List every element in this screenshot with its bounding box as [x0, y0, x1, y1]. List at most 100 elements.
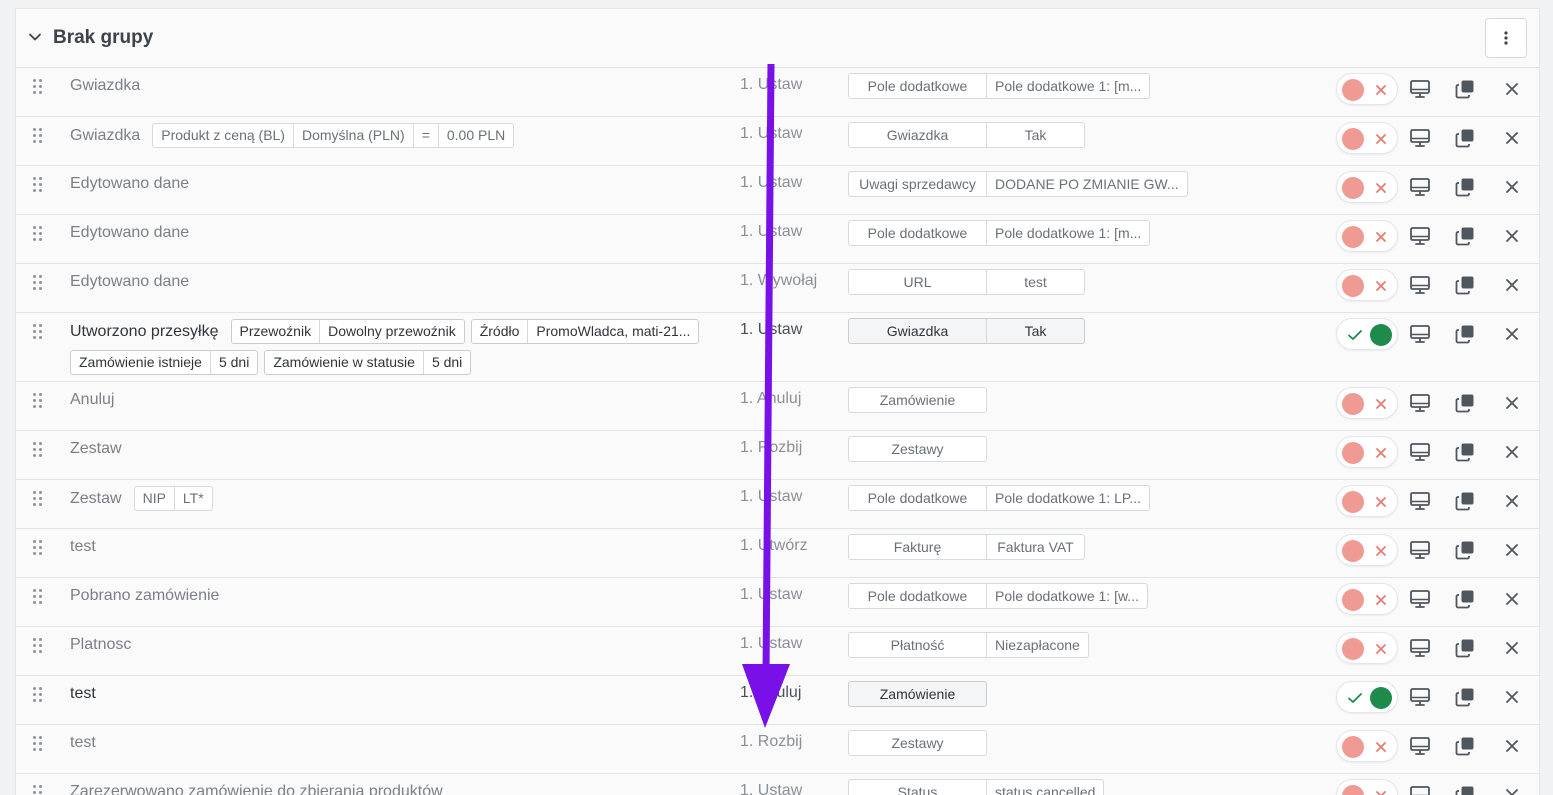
monitor-icon[interactable] [1409, 784, 1431, 795]
rule-row[interactable]: Zarezerwowano zamówienie do zbierania pr… [16, 774, 1539, 795]
drag-handle-icon[interactable] [33, 128, 45, 146]
drag-handle-icon[interactable] [33, 275, 45, 293]
copy-icon[interactable] [1454, 637, 1476, 659]
rule-row[interactable]: test 1. Utwórz Fakturę Faktura VAT [16, 529, 1539, 578]
enabled-toggle-off[interactable] [1336, 534, 1398, 566]
delete-icon[interactable] [1499, 635, 1525, 661]
group-header[interactable]: Brak grupy [16, 9, 1539, 68]
copy-icon[interactable] [1454, 323, 1476, 345]
delete-icon[interactable] [1499, 223, 1525, 249]
rule-row[interactable]: Utworzono przesyłkę Przewoźnik Dowolny prz… [16, 313, 1539, 382]
copy-icon[interactable] [1454, 274, 1476, 296]
drag-handle-icon[interactable] [33, 177, 45, 195]
drag-handle-icon[interactable] [33, 540, 45, 558]
enabled-toggle-off[interactable] [1336, 220, 1398, 252]
delete-icon[interactable] [1499, 390, 1525, 416]
monitor-icon[interactable] [1409, 490, 1431, 512]
rule-row[interactable]: Edytowano dane 1. Wywołaj URL test [16, 264, 1539, 313]
rule-name[interactable]: test [70, 731, 96, 755]
monitor-icon[interactable] [1409, 539, 1431, 561]
copy-icon[interactable] [1454, 392, 1476, 414]
delete-icon[interactable] [1499, 321, 1525, 347]
delete-icon[interactable] [1499, 439, 1525, 465]
copy-icon[interactable] [1454, 441, 1476, 463]
drag-handle-icon[interactable] [33, 785, 45, 795]
copy-icon[interactable] [1454, 539, 1476, 561]
copy-icon[interactable] [1454, 588, 1476, 610]
rule-name[interactable]: Platnosc [70, 633, 131, 657]
chevron-down-icon[interactable] [28, 30, 42, 44]
copy-icon[interactable] [1454, 78, 1476, 100]
enabled-toggle-on[interactable] [1336, 681, 1398, 713]
enabled-toggle-off[interactable] [1336, 632, 1398, 664]
copy-icon[interactable] [1454, 686, 1476, 708]
monitor-icon[interactable] [1409, 225, 1431, 247]
enabled-toggle-off[interactable] [1336, 436, 1398, 468]
rule-name[interactable]: test [70, 535, 96, 559]
enabled-toggle-off[interactable] [1336, 122, 1398, 154]
rule-name[interactable]: Anuluj [70, 388, 114, 412]
delete-icon[interactable] [1499, 488, 1525, 514]
delete-icon[interactable] [1499, 76, 1525, 102]
rule-name[interactable]: Utworzono przesyłkę [70, 320, 219, 344]
delete-icon[interactable] [1499, 684, 1525, 710]
enabled-toggle-off[interactable] [1336, 269, 1398, 301]
rule-row[interactable]: Gwiazdka 1. Ustaw Pole dodatkowe Pole dodat… [16, 68, 1539, 117]
rule-row[interactable]: Zestaw 1. Rozbij Zestawy [16, 431, 1539, 480]
copy-icon[interactable] [1454, 490, 1476, 512]
delete-icon[interactable] [1499, 733, 1525, 759]
enabled-toggle-off[interactable] [1336, 73, 1398, 105]
rule-name[interactable]: Zarezerwowano zamówienie do zbierania pr… [70, 780, 443, 795]
rule-name[interactable]: test [70, 682, 96, 706]
rule-row[interactable]: Gwiazdka Produkt z ceną (BL) Domyślna (PLN… [16, 117, 1539, 166]
monitor-icon[interactable] [1409, 735, 1431, 757]
rule-row[interactable]: Edytowano dane 1. Ustaw Uwagi sprzedawcy DO… [16, 166, 1539, 215]
enabled-toggle-off[interactable] [1336, 171, 1398, 203]
copy-icon[interactable] [1454, 225, 1476, 247]
enabled-toggle-on[interactable] [1336, 318, 1398, 350]
monitor-icon[interactable] [1409, 392, 1431, 414]
monitor-icon[interactable] [1409, 686, 1431, 708]
drag-handle-icon[interactable] [33, 324, 45, 342]
enabled-toggle-off[interactable] [1336, 779, 1398, 795]
rule-name[interactable]: Zestaw [70, 437, 122, 461]
rule-row[interactable]: Zestaw NIP LT* 1. Ustaw Pole dodatkowe Pole d… [16, 480, 1539, 529]
monitor-icon[interactable] [1409, 588, 1431, 610]
rule-name[interactable]: Edytowano dane [70, 270, 189, 294]
enabled-toggle-off[interactable] [1336, 583, 1398, 615]
delete-icon[interactable] [1499, 272, 1525, 298]
monitor-icon[interactable] [1409, 127, 1431, 149]
group-menu-button[interactable] [1485, 18, 1527, 58]
drag-handle-icon[interactable] [33, 736, 45, 754]
delete-icon[interactable] [1499, 782, 1525, 795]
delete-icon[interactable] [1499, 586, 1525, 612]
delete-icon[interactable] [1499, 174, 1525, 200]
monitor-icon[interactable] [1409, 78, 1431, 100]
drag-handle-icon[interactable] [33, 589, 45, 607]
drag-handle-icon[interactable] [33, 442, 45, 460]
enabled-toggle-off[interactable] [1336, 387, 1398, 419]
copy-icon[interactable] [1454, 127, 1476, 149]
rule-name[interactable]: Zestaw [70, 487, 122, 511]
enabled-toggle-off[interactable] [1336, 485, 1398, 517]
drag-handle-icon[interactable] [33, 491, 45, 509]
copy-icon[interactable] [1454, 735, 1476, 757]
rule-row[interactable]: Platnosc 1. Ustaw Płatność Niezapłacone [16, 627, 1539, 676]
copy-icon[interactable] [1454, 176, 1476, 198]
rule-row[interactable]: Edytowano dane 1. Ustaw Pole dodatkowe Pole… [16, 215, 1539, 264]
rule-row[interactable]: Pobrano zamówienie 1. Ustaw Pole dodatkowe… [16, 578, 1539, 627]
drag-handle-icon[interactable] [33, 638, 45, 656]
monitor-icon[interactable] [1409, 176, 1431, 198]
enabled-toggle-off[interactable] [1336, 730, 1398, 762]
drag-handle-icon[interactable] [33, 687, 45, 705]
copy-icon[interactable] [1454, 784, 1476, 795]
drag-handle-icon[interactable] [33, 393, 45, 411]
rule-name[interactable]: Gwiazdka [70, 124, 140, 148]
drag-handle-icon[interactable] [33, 79, 45, 97]
drag-handle-icon[interactable] [33, 226, 45, 244]
rule-name[interactable]: Gwiazdka [70, 74, 140, 98]
delete-icon[interactable] [1499, 125, 1525, 151]
rule-row[interactable]: test 1. Rozbij Zestawy [16, 725, 1539, 774]
delete-icon[interactable] [1499, 537, 1525, 563]
rule-name[interactable]: Edytowano dane [70, 221, 189, 245]
